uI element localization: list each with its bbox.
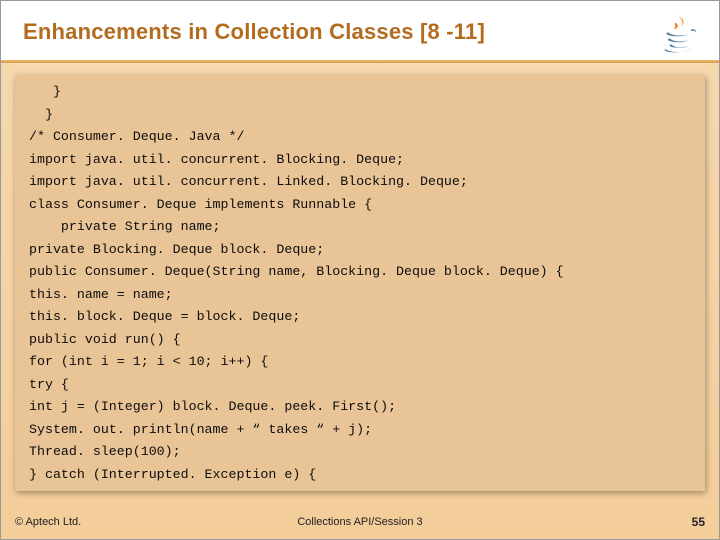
code-content: } } /* Consumer. Deque. Java */ import j… (29, 81, 691, 486)
code-panel: } } /* Consumer. Deque. Java */ import j… (15, 75, 705, 491)
header-divider (1, 60, 719, 63)
slide-title: Enhancements in Collection Classes [8 -1… (23, 19, 485, 45)
slide: Enhancements in Collection Classes [8 -1… (0, 0, 720, 540)
footer-center: Collections API/Session 3 (1, 516, 719, 528)
java-logo-icon (653, 5, 705, 57)
slide-header: Enhancements in Collection Classes [8 -1… (1, 1, 719, 63)
slide-footer: © Aptech Ltd. Collections API/Session 3 … (1, 511, 719, 539)
